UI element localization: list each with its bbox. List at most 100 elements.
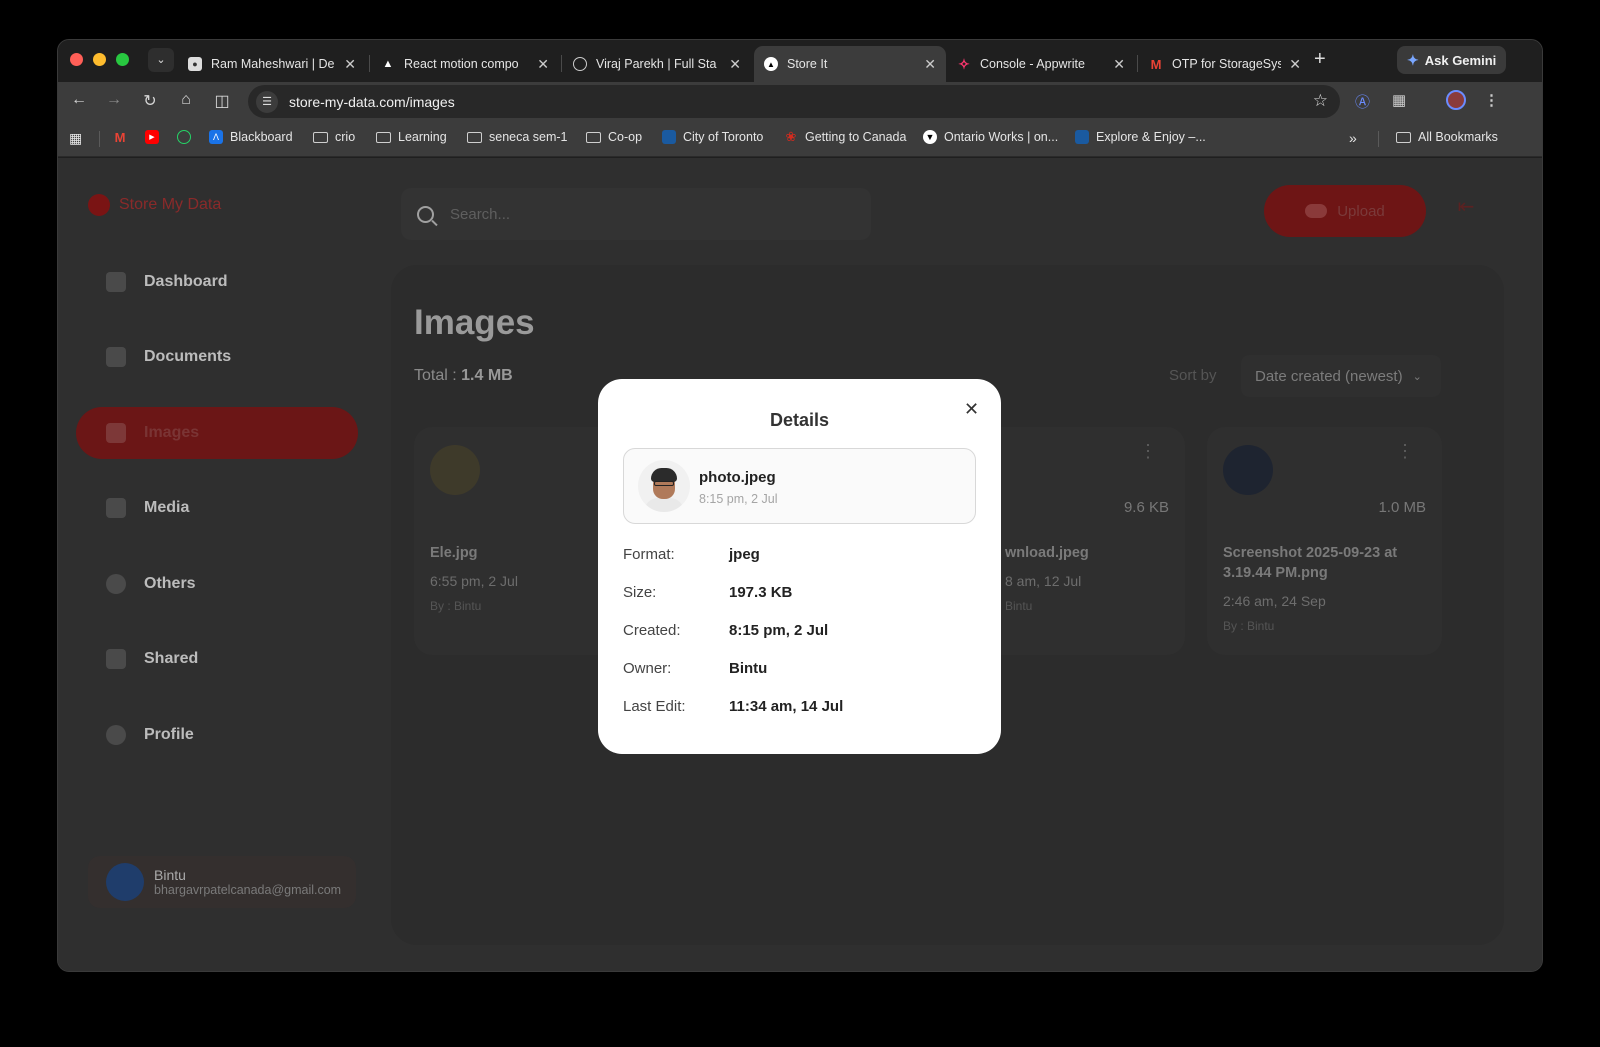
total-label: Total : xyxy=(414,367,457,384)
tab-3[interactable]: ▲ Store It ✕ xyxy=(754,46,946,82)
ask-gemini-button[interactable]: ✦ Ask Gemini xyxy=(1397,46,1507,74)
sidebar-item-profile[interactable]: Profile xyxy=(76,709,358,761)
bookmark-blackboard[interactable]: Λ Blackboard xyxy=(209,130,293,144)
bookmark-canada[interactable]: ❀ Getting to Canada xyxy=(784,129,907,144)
bookmark-whatsapp[interactable] xyxy=(177,130,198,144)
tab-strip: ⌄ ● Ram Maheshwari | De ✕ ▲ React motion… xyxy=(58,40,1542,82)
bookmark-label: crio xyxy=(335,130,356,144)
browser-menu-icon[interactable]: ⋮ xyxy=(1484,91,1499,109)
sidebar-item-media[interactable]: Media xyxy=(76,482,358,534)
detail-row-created: Created: 8:15 pm, 2 Jul xyxy=(623,622,963,639)
new-tab-plus-icon[interactable]: + xyxy=(1314,48,1326,71)
sidebar-item-dashboard[interactable]: Dashboard xyxy=(76,256,358,308)
sort-value: Date created (newest) xyxy=(1255,367,1403,385)
back-arrow-icon[interactable]: ← xyxy=(69,91,89,109)
file-name: wnload.jpeg xyxy=(1005,545,1089,561)
user-name: Bintu xyxy=(154,867,186,883)
bookmark-explore[interactable]: Explore & Enjoy –... xyxy=(1075,130,1206,144)
bookmarks-bar: ▦ M ▶ Λ Blackboard crio Learning seneca s… xyxy=(58,121,1542,157)
tab-4[interactable]: ✧ Console - Appwrite ✕ xyxy=(947,46,1135,82)
detail-row-last-edit: Last Edit: 11:34 am, 14 Jul xyxy=(623,698,963,715)
bookmark-seneca[interactable]: seneca sem-1 xyxy=(467,130,568,144)
more-options-icon[interactable]: ⋮ xyxy=(1139,442,1157,460)
bookmark-label: Getting to Canada xyxy=(805,130,907,144)
gemini-sparkle-icon: ✦ xyxy=(1407,51,1419,68)
close-tab-icon[interactable]: ✕ xyxy=(1113,56,1125,73)
bookmark-gmail[interactable]: M xyxy=(113,129,134,145)
profile-avatar[interactable] xyxy=(1446,90,1466,110)
detail-row-size: Size: 197.3 KB xyxy=(623,584,963,601)
blackboard-icon: Λ xyxy=(209,130,223,144)
file-name: Screenshot 2025-09-23 at 3.19.44 PM.png xyxy=(1223,545,1398,581)
apps-grid-icon[interactable]: ▦ xyxy=(69,130,82,147)
triangle-icon: ▲ xyxy=(764,57,778,71)
tab-5[interactable]: M OTP for StorageSyst ✕ xyxy=(1139,46,1311,82)
bookmark-youtube[interactable]: ▶ xyxy=(145,130,166,144)
tab-title: OTP for StorageSyst xyxy=(1172,57,1282,71)
extension-a-icon[interactable]: Ⓐ xyxy=(1355,91,1370,112)
sidebar-item-label: Documents xyxy=(144,348,232,365)
appwrite-icon: ✧ xyxy=(958,55,970,72)
bookmark-toronto[interactable]: City of Toronto xyxy=(662,130,763,144)
tab-title: Viraj Parekh | Full Sta xyxy=(596,57,717,71)
logout-icon[interactable]: ⇤ xyxy=(1446,194,1486,230)
file-thumbnail xyxy=(1223,445,1273,495)
avatar xyxy=(106,863,144,901)
bookmark-label: seneca sem-1 xyxy=(489,130,568,144)
file-card[interactable]: ⋮ 1.0 MB Screenshot 2025-09-23 at 3.19.4… xyxy=(1207,427,1442,655)
close-tab-icon[interactable]: ✕ xyxy=(924,56,936,73)
address-bar[interactable]: ☰ store-my-data.com/images ☆ xyxy=(248,85,1340,118)
extensions-puzzle-icon[interactable]: ▦ xyxy=(1392,91,1406,109)
bookmark-ontario[interactable]: ▼ Ontario Works | on... xyxy=(923,130,1058,144)
close-tab-icon[interactable]: ✕ xyxy=(1289,56,1301,73)
split-view-icon[interactable]: ◫ xyxy=(212,91,232,111)
upload-button[interactable]: Upload xyxy=(1264,185,1426,237)
close-tab-icon[interactable]: ✕ xyxy=(537,56,549,73)
sidebar-item-others[interactable]: Others xyxy=(76,558,358,610)
url-text[interactable]: store-my-data.com/images xyxy=(289,94,455,110)
more-bookmarks-chevron-icon[interactable]: » xyxy=(1349,130,1357,146)
detail-value: jpeg xyxy=(729,546,760,563)
reload-icon[interactable]: ↻ xyxy=(140,91,160,111)
search-input[interactable] xyxy=(450,205,830,223)
more-options-icon[interactable]: ⋮ xyxy=(1396,442,1414,460)
tab-1[interactable]: ▲ React motion compo ✕ xyxy=(371,46,559,82)
sidebar-item-images[interactable]: Images xyxy=(76,407,358,459)
sidebar-item-documents[interactable]: Documents xyxy=(76,331,358,383)
detail-value: 11:34 am, 14 Jul xyxy=(729,698,844,715)
bookmark-crio[interactable]: crio xyxy=(313,130,355,144)
folder-icon xyxy=(313,131,328,143)
total-size: Total : 1.4 MB xyxy=(414,367,513,385)
sidebar-item-shared[interactable]: Shared xyxy=(76,633,358,685)
detail-row-owner: Owner: Bintu xyxy=(623,660,963,677)
sort-select[interactable]: Date created (newest) ⌄ xyxy=(1241,355,1441,397)
all-bookmarks-button[interactable]: All Bookmarks xyxy=(1396,130,1498,144)
minimize-window-button[interactable] xyxy=(93,53,106,66)
file-date: 8:15 pm, 2 Jul xyxy=(699,492,778,506)
detail-label: Owner: xyxy=(623,660,672,677)
user-card[interactable]: Bintu bhargavrpatelcanada@gmail.com xyxy=(88,856,356,908)
bookmark-coop[interactable]: Co-op xyxy=(586,130,642,144)
bookmark-learning[interactable]: Learning xyxy=(376,130,447,144)
tab-2[interactable]: Viraj Parekh | Full Sta ✕ xyxy=(563,46,751,82)
file-size: 9.6 KB xyxy=(1123,499,1169,516)
whatsapp-icon xyxy=(177,130,191,144)
tab-0[interactable]: ● Ram Maheshwari | De ✕ xyxy=(178,46,366,82)
tab-title: React motion compo xyxy=(404,57,519,71)
tab-title: Store It xyxy=(787,57,828,71)
media-icon xyxy=(106,498,126,518)
site-settings-icon[interactable]: ☰ xyxy=(256,90,278,113)
forward-arrow-icon[interactable]: → xyxy=(104,91,124,109)
home-icon[interactable]: ⌂ xyxy=(176,91,196,109)
close-tab-icon[interactable]: ✕ xyxy=(729,56,741,73)
search-bar xyxy=(401,188,871,240)
tab-search-chevron-icon[interactable]: ⌄ xyxy=(148,48,174,72)
maximize-window-button[interactable] xyxy=(116,53,129,66)
bookmark-star-icon[interactable]: ☆ xyxy=(1313,91,1328,111)
close-tab-icon[interactable]: ✕ xyxy=(344,56,356,73)
close-window-button[interactable] xyxy=(70,53,83,66)
file-owner: Bintu xyxy=(1005,599,1033,613)
gmail-icon: M xyxy=(114,129,126,145)
shared-icon xyxy=(106,649,126,669)
tab-title: Console - Appwrite xyxy=(980,57,1085,71)
